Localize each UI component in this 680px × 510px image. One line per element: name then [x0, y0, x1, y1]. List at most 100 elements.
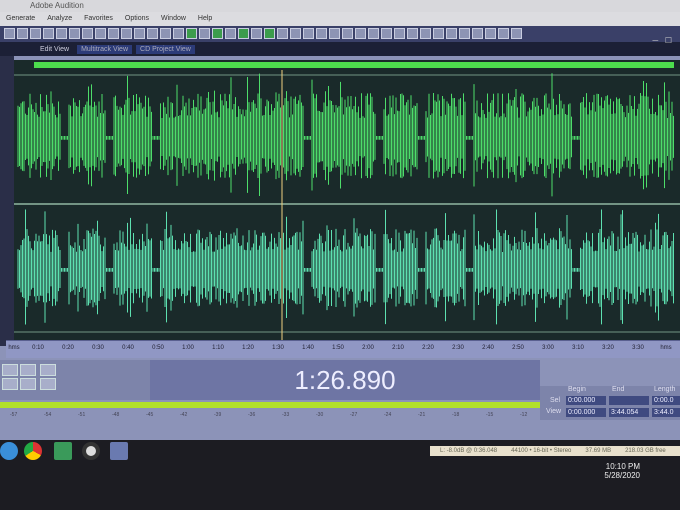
window-title: Adobe Audition	[30, 1, 84, 10]
toolbar-button[interactable]	[30, 28, 41, 39]
meter-tick: -48	[112, 412, 120, 418]
toolbar-button[interactable]	[4, 28, 15, 39]
play-button[interactable]	[20, 364, 36, 376]
status-format: 44100 • 16-bit • Stereo	[511, 448, 572, 454]
meter-tick: -57	[10, 412, 18, 418]
time-display: 1:26.890	[150, 360, 540, 400]
status-bar: L: -8.0dB @ 0:36.048 44100 • 16-bit • St…	[430, 446, 680, 456]
toolbar-button[interactable]	[264, 28, 275, 39]
toolbar-button[interactable]	[225, 28, 236, 39]
toolbar-button[interactable]	[472, 28, 483, 39]
audition-taskbar-icon[interactable]	[110, 442, 128, 460]
menu-help[interactable]: Help	[198, 12, 212, 26]
toolbar-button[interactable]	[108, 28, 119, 39]
toolbar-button[interactable]	[82, 28, 93, 39]
toolbar-button[interactable]	[381, 28, 392, 39]
toolbar-button[interactable]	[56, 28, 67, 39]
view-end-field[interactable]: 3:44.054	[609, 408, 649, 417]
system-tray[interactable]: 10:10 PM 5/28/2020	[604, 462, 640, 480]
tray-date: 5/28/2020	[604, 471, 640, 480]
tab-multitrack-view[interactable]: Multitrack View	[77, 44, 133, 54]
tab-cd-project-view[interactable]: CD Project View	[136, 44, 195, 54]
menu-analyze[interactable]: Analyze	[47, 12, 72, 26]
toolbar-button[interactable]	[446, 28, 457, 39]
toolbar-button[interactable]	[251, 28, 262, 39]
ruler-tick: 2:50	[512, 345, 524, 351]
record-button[interactable]	[40, 378, 56, 390]
audition-window: Adobe Audition Generate Analyze Favorite…	[0, 0, 680, 440]
overview-bar[interactable]	[34, 62, 674, 68]
toolbar-button[interactable]	[17, 28, 28, 39]
ruler-tick: 2:40	[482, 345, 494, 351]
ruler-tick: 3:10	[572, 345, 584, 351]
edge-icon[interactable]	[0, 442, 18, 460]
menu-generate[interactable]: Generate	[6, 12, 35, 26]
meter-tick: -18	[452, 412, 460, 418]
toolbar-button[interactable]	[43, 28, 54, 39]
ruler-tick: 1:40	[302, 345, 314, 351]
toolbar-button[interactable]	[511, 28, 522, 39]
toolbar-button[interactable]	[433, 28, 444, 39]
toolbar-button[interactable]	[329, 28, 340, 39]
toolbar-button[interactable]	[498, 28, 509, 39]
toolbar-button[interactable]	[199, 28, 210, 39]
view-begin-field[interactable]: 0:00.000	[566, 408, 606, 417]
toolbar-button[interactable]	[277, 28, 288, 39]
status-level: L: -8.0dB @ 0:36.048	[440, 448, 498, 454]
tab-edit-view[interactable]: Edit View	[36, 45, 73, 54]
ruler-tick: 1:20	[242, 345, 254, 351]
toolbar-button[interactable]	[160, 28, 171, 39]
time-ruler[interactable]: hms hms 0:10 0:20 0:30 0:40 0:50 1:00 1:10 1:20…	[6, 340, 680, 358]
toolbar-button[interactable]	[290, 28, 301, 39]
toolbar-button[interactable]	[173, 28, 184, 39]
toolbar-button[interactable]	[95, 28, 106, 39]
ruler-tick: 0:40	[122, 345, 134, 351]
toolbar-button[interactable]	[134, 28, 145, 39]
menu-bar: Generate Analyze Favorites Options Windo…	[0, 12, 680, 26]
toolbar-button[interactable]	[238, 28, 249, 39]
menu-window[interactable]: Window	[161, 12, 186, 26]
ruler-tick: 2:20	[422, 345, 434, 351]
app-circle-icon[interactable]	[82, 442, 100, 460]
loop-button[interactable]	[40, 364, 56, 376]
forward-button[interactable]	[20, 378, 36, 390]
toolbar-button[interactable]	[394, 28, 405, 39]
rewind-button[interactable]	[2, 378, 18, 390]
ruler-tick: 0:50	[152, 345, 164, 351]
ruler-tick: 0:20	[62, 345, 74, 351]
menu-options[interactable]: Options	[125, 12, 149, 26]
menu-favorites[interactable]: Favorites	[84, 12, 113, 26]
meter-tick: -24	[384, 412, 392, 418]
toolbar-button[interactable]	[485, 28, 496, 39]
toolbar-button[interactable]	[69, 28, 80, 39]
toolbar-button[interactable]	[303, 28, 314, 39]
chrome-icon[interactable]	[24, 442, 42, 460]
toolbar-button[interactable]	[147, 28, 158, 39]
sel-begin-field[interactable]: 0:00.000	[566, 396, 606, 405]
meter-tick: -12	[520, 412, 528, 418]
view-length-field[interactable]: 3:44.0	[652, 408, 680, 417]
toolbar-button[interactable]	[342, 28, 353, 39]
sel-end-field[interactable]	[609, 396, 649, 405]
toolbar-button[interactable]	[420, 28, 431, 39]
waveform-svg[interactable]	[14, 70, 680, 340]
toolbar-button[interactable]	[186, 28, 197, 39]
ruler-tick: 3:00	[542, 345, 554, 351]
transport-controls	[0, 360, 150, 400]
meter-tick: -36	[248, 412, 256, 418]
meter-tick: -54	[44, 412, 52, 418]
toolbar-button[interactable]	[368, 28, 379, 39]
waveform-display[interactable]	[14, 60, 680, 340]
window-controls[interactable]: ─ ☐	[652, 36, 672, 45]
toolbar-button[interactable]	[407, 28, 418, 39]
toolbar-button[interactable]	[212, 28, 223, 39]
toolbar-button[interactable]	[355, 28, 366, 39]
toolbar-button[interactable]	[316, 28, 327, 39]
toolbar-button[interactable]	[121, 28, 132, 39]
sel-length-field[interactable]: 0:00.0	[652, 396, 680, 405]
meter-level-bar	[0, 402, 580, 408]
stop-button[interactable]	[2, 364, 18, 376]
app-icon[interactable]	[54, 442, 72, 460]
left-panel	[0, 56, 14, 346]
toolbar-button[interactable]	[459, 28, 470, 39]
